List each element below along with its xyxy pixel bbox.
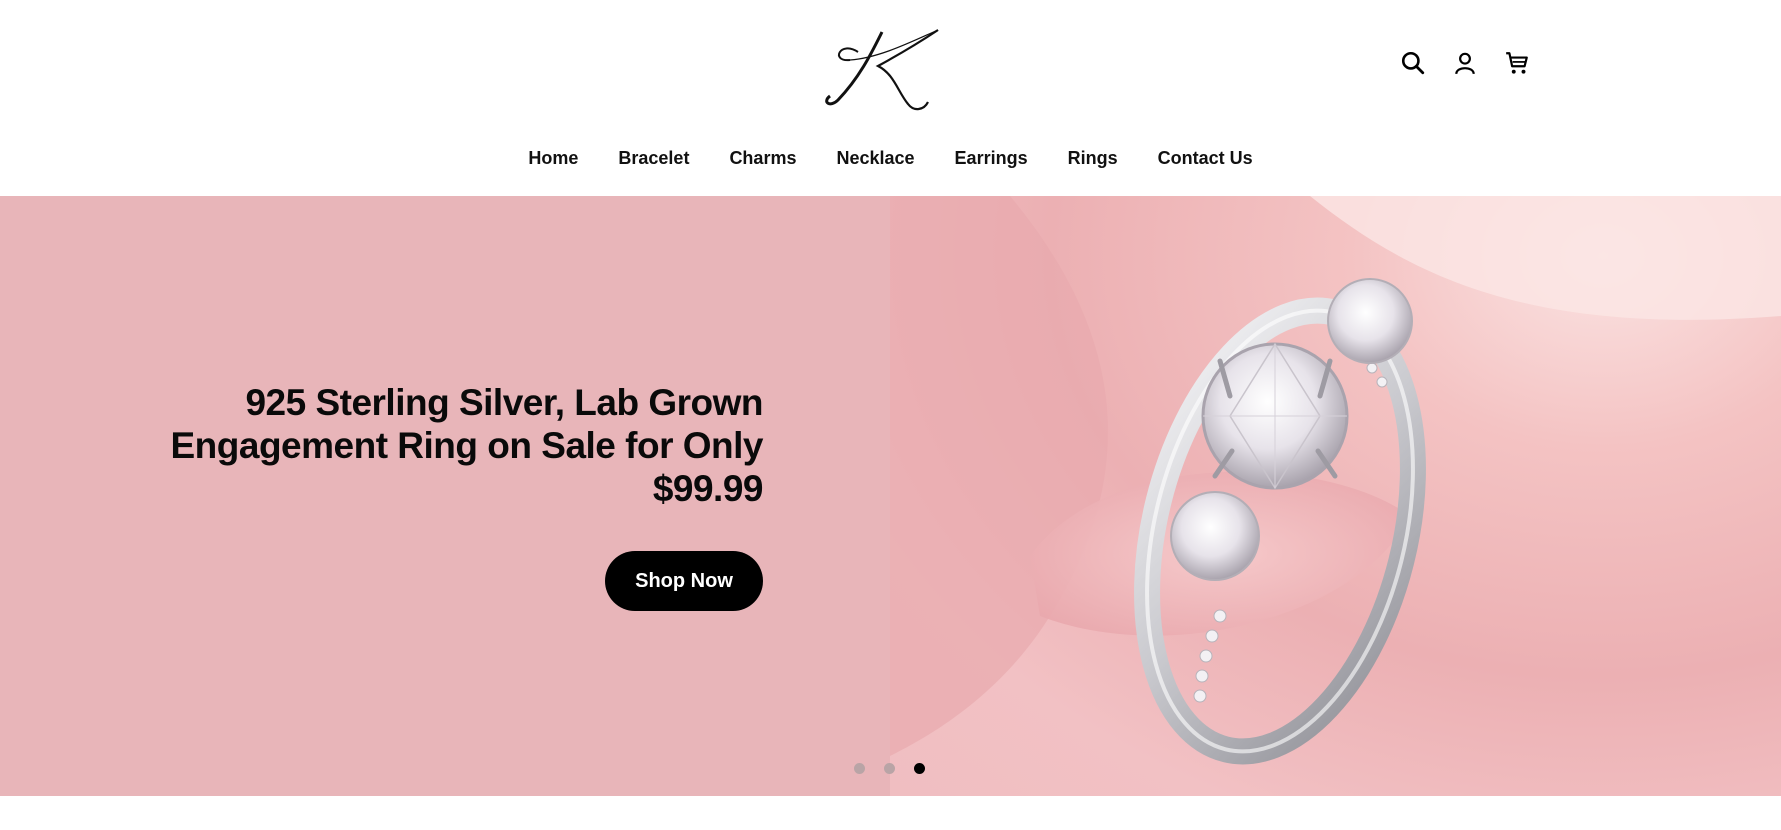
carousel-dot-3[interactable] [914, 763, 925, 774]
nav-item-contact-us[interactable]: Contact Us [1138, 146, 1273, 170]
carousel-dot-2[interactable] [884, 763, 895, 774]
hero-headline-line-2: Engagement Ring on Sale for Only [170, 425, 763, 466]
hero-headline-line-3: $99.99 [652, 468, 764, 509]
nav-item-necklace[interactable]: Necklace [816, 146, 934, 170]
search-icon[interactable] [1398, 48, 1428, 78]
hero-ring-image [890, 196, 1781, 796]
nav-item-home[interactable]: Home [508, 146, 598, 170]
header-icons [1398, 48, 1532, 78]
brand-logo[interactable] [820, 22, 960, 112]
carousel-dot-1[interactable] [854, 763, 865, 774]
main-nav: Home Bracelet Charms Necklace Earrings R… [0, 146, 1781, 170]
site-header: Home Bracelet Charms Necklace Earrings R… [0, 0, 1781, 196]
hero-banner: 925 Sterling Silver, Lab Grown Engagemen… [0, 196, 1781, 796]
account-icon[interactable] [1450, 48, 1480, 78]
nav-item-bracelet[interactable]: Bracelet [598, 146, 709, 170]
nav-item-charms[interactable]: Charms [709, 146, 816, 170]
hero-headline: 925 Sterling Silver, Lab Grown Engagemen… [123, 381, 763, 510]
hero-headline-line-1: 925 Sterling Silver, Lab Grown [245, 382, 763, 423]
shop-now-button[interactable]: Shop Now [605, 551, 763, 611]
cart-icon[interactable] [1502, 48, 1532, 78]
nav-item-rings[interactable]: Rings [1048, 146, 1138, 170]
nav-item-earrings[interactable]: Earrings [935, 146, 1048, 170]
carousel-dots [854, 763, 925, 774]
